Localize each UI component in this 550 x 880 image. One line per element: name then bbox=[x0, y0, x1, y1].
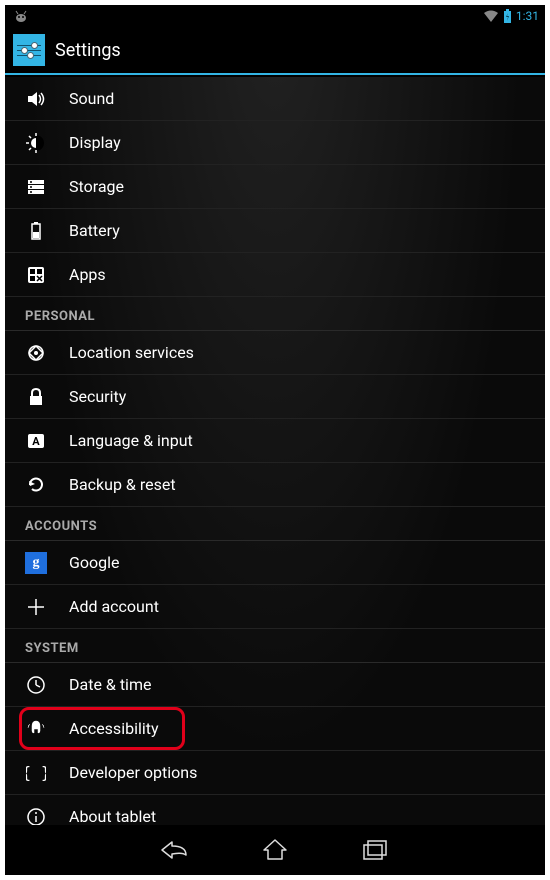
settings-item-label: Apps bbox=[69, 265, 106, 284]
battery-icon bbox=[25, 220, 47, 242]
battery-icon bbox=[503, 9, 512, 23]
settings-item-label: Date & time bbox=[69, 675, 151, 694]
app-bar-title: Settings bbox=[55, 40, 121, 61]
location-icon bbox=[25, 342, 47, 364]
about-icon bbox=[25, 806, 47, 826]
settings-item-label: About tablet bbox=[69, 807, 156, 825]
settings-item-apps[interactable]: Apps bbox=[5, 253, 545, 297]
settings-item-label: Language & input bbox=[69, 431, 193, 450]
app-bar: Settings bbox=[5, 27, 545, 75]
settings-item-location[interactable]: Location services bbox=[5, 331, 545, 375]
accessibility-icon bbox=[25, 718, 47, 740]
settings-item-label: Battery bbox=[69, 221, 120, 240]
settings-item-sound[interactable]: Sound bbox=[5, 77, 545, 121]
debug-icon bbox=[11, 9, 31, 23]
google-icon: g bbox=[25, 552, 47, 574]
settings-item-battery[interactable]: Battery bbox=[5, 209, 545, 253]
sound-icon bbox=[25, 88, 47, 110]
settings-item-label: Backup & reset bbox=[69, 475, 176, 494]
settings-item-display[interactable]: Display bbox=[5, 121, 545, 165]
settings-item-addaccount[interactable]: Add account bbox=[5, 585, 545, 629]
wifi-icon bbox=[483, 9, 499, 23]
status-bar: 1:31 bbox=[5, 5, 545, 27]
settings-item-label: Display bbox=[69, 133, 121, 152]
recent-apps-button[interactable] bbox=[360, 835, 390, 865]
developer-icon: { } bbox=[25, 762, 47, 784]
settings-list[interactable]: Sound Display Storage Battery Apps PERSONAL Lo… bbox=[5, 77, 545, 825]
svg-text:{ }: { } bbox=[26, 763, 46, 782]
navigation-bar bbox=[5, 825, 545, 875]
settings-item-label: Sound bbox=[69, 89, 114, 108]
security-icon bbox=[25, 386, 47, 408]
settings-app-icon bbox=[13, 34, 45, 66]
clock-text: 1:31 bbox=[516, 9, 539, 23]
section-header-personal: PERSONAL bbox=[5, 297, 545, 331]
section-header-accounts: ACCOUNTS bbox=[5, 507, 545, 541]
settings-item-label: Location services bbox=[69, 343, 194, 362]
settings-item-label: Developer options bbox=[69, 763, 197, 782]
settings-item-about[interactable]: About tablet bbox=[5, 795, 545, 825]
settings-item-language[interactable]: A Language & input bbox=[5, 419, 545, 463]
settings-item-accessibility[interactable]: Accessibility bbox=[5, 707, 545, 751]
apps-icon bbox=[25, 264, 47, 286]
settings-item-label: Google bbox=[69, 553, 120, 572]
display-icon bbox=[25, 132, 47, 154]
addaccount-icon bbox=[25, 596, 47, 618]
back-button[interactable] bbox=[160, 835, 190, 865]
section-header-system: SYSTEM bbox=[5, 629, 545, 663]
language-icon: A bbox=[25, 430, 47, 452]
home-button[interactable] bbox=[260, 835, 290, 865]
backup-icon bbox=[25, 474, 47, 496]
settings-item-security[interactable]: Security bbox=[5, 375, 545, 419]
settings-item-label: Add account bbox=[69, 597, 159, 616]
storage-icon bbox=[25, 176, 47, 198]
settings-item-datetime[interactable]: Date & time bbox=[5, 663, 545, 707]
settings-item-backup[interactable]: Backup & reset bbox=[5, 463, 545, 507]
settings-item-developer[interactable]: { } Developer options bbox=[5, 751, 545, 795]
settings-item-label: Accessibility bbox=[69, 719, 159, 738]
datetime-icon bbox=[25, 674, 47, 696]
settings-item-storage[interactable]: Storage bbox=[5, 165, 545, 209]
settings-item-google[interactable]: g Google bbox=[5, 541, 545, 585]
svg-text:A: A bbox=[32, 435, 40, 448]
settings-item-label: Security bbox=[69, 387, 126, 406]
settings-item-label: Storage bbox=[69, 177, 124, 196]
